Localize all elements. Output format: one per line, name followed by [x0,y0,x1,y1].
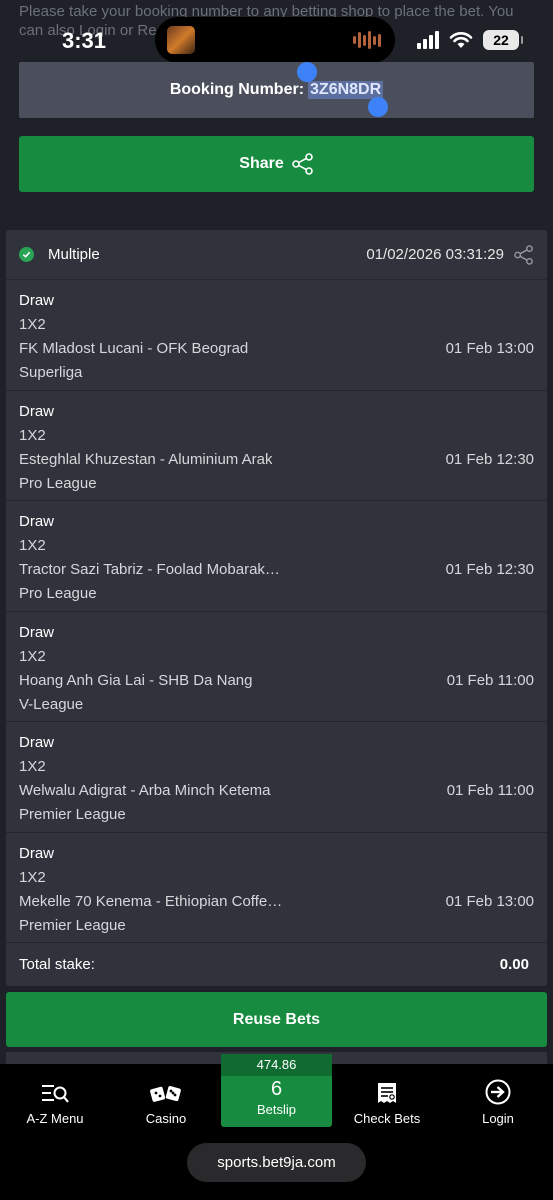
selection-match: Hoang Anh Gia Lai - SHB Da Nang [19,671,253,689]
betslip-count: 6 [270,1078,283,1100]
now-playing-thumbnail-icon [167,26,195,54]
battery-icon: 22 [483,30,523,50]
bet-type: Multiple [48,246,100,263]
address-bar-url: sports.bet9ja.com [217,1154,336,1171]
total-stake-amount: 0.00 [499,955,529,973]
selection-row: Draw 1X2 Welwalu Adigrat - Arba Minch Ke… [6,722,547,833]
audio-wave-icon [353,31,381,49]
selection-league: V-League [19,695,84,713]
bet-datetime: 01/02/2026 03:31:29 [366,246,504,263]
selection-market: 1X2 [19,868,46,886]
selection-market: 1X2 [19,647,46,665]
selection-market: 1X2 [19,426,46,444]
selection-pick: Draw [19,402,55,420]
menu-search-icon [42,1085,69,1103]
share-icon [291,153,313,175]
selection-pick: Draw [19,623,55,641]
selection-market: 1X2 [19,758,46,775]
selection-pick: Draw [19,734,55,751]
ticket-icon [378,1083,396,1103]
selection-market: 1X2 [19,537,46,554]
selection-time: 01 Feb 12:30 [445,561,534,578]
nav-betslip[interactable]: 474.86 6 Betslip [221,1054,332,1127]
selection-row: Draw 1X2 FK Mladost Lucani - OFK Beograd… [6,280,547,391]
dynamic-island [155,17,395,63]
selection-pick: Draw [19,292,55,309]
booking-number-label: Booking Number: [169,81,305,98]
selection-match: FK Mladost Lucani - OFK Beograd [19,340,249,357]
selection-row: Draw 1X2 Hoang Anh Gia Lai - SHB Da Nang… [6,612,547,722]
selection-match: Esteghlal Khuzestan - Aluminium Arak [19,450,273,468]
betslip-odds: 474.86 [221,1054,332,1076]
selection-row: Draw 1X2 Mekelle 70 Kenema - Ethiopian C… [6,833,547,943]
nav-login[interactable]: Login [443,1064,553,1126]
selection-league: Premier League [19,806,126,823]
share-button-label: Share [239,155,284,172]
selection-time: 01 Feb 13:00 [445,892,534,910]
selection-league: Pro League [19,474,97,492]
selection-time: 01 Feb 11:00 [446,782,534,799]
selection-league: Premier League [19,916,126,934]
reuse-bets-button[interactable]: Reuse Bets [6,992,547,1047]
nav-az-menu-label: A-Z Menu [26,1111,84,1126]
booking-number-code[interactable]: 3Z6N8DR [308,81,384,99]
selection-handle-end[interactable] [368,97,388,117]
nav-login-label: Login [482,1111,514,1126]
status-time: 3:31 [62,28,107,53]
selection-market: 1X2 [19,316,46,333]
check-circle-icon [19,247,34,262]
share-bet-icon[interactable] [514,244,534,265]
selection-time: 01 Feb 13:00 [445,340,534,357]
selection-match: Tractor Sazi Tabriz - Foolad Mobarak… [19,561,280,578]
selection-handle-start[interactable] [297,62,317,82]
selection-pick: Draw [19,844,55,862]
address-bar[interactable]: sports.bet9ja.com [187,1143,366,1182]
selection-league: Superliga [19,364,83,381]
nav-casino[interactable]: Casino [111,1064,221,1126]
reuse-bets-label: Reuse Bets [232,1010,321,1028]
selection-pick: Draw [19,513,55,530]
betslip-label: Betslip [256,1102,297,1117]
bet-card: Multiple 01/02/2026 03:31:29 Draw 1X2 FK… [6,230,547,986]
selection-league: Pro League [19,585,97,602]
nav-az-menu[interactable]: A-Z Menu [0,1064,110,1126]
bet-card-header: Multiple 01/02/2026 03:31:29 [6,230,547,280]
share-button[interactable]: Share [19,136,534,192]
selection-row: Draw 1X2 Tractor Sazi Tabriz - Foolad Mo… [6,501,547,612]
total-stake-label: Total stake: [19,955,95,973]
total-stake-row: Total stake: 0.00 [6,943,547,985]
cellular-signal-icon [417,31,439,49]
booking-number-box: Booking Number: 3Z6N8DR [19,62,534,118]
nav-check-bets-label: Check Bets [353,1111,421,1126]
selection-row: Draw 1X2 Esteghlal Khuzestan - Aluminium… [6,391,547,501]
login-icon [485,1079,511,1105]
selection-time: 01 Feb 12:30 [445,450,534,468]
wifi-icon [449,32,473,48]
status-indicators: 22 [417,30,523,50]
nav-check-bets[interactable]: Check Bets [332,1064,442,1126]
selection-match: Mekelle 70 Kenema - Ethiopian Coffe… [19,892,283,910]
selection-time: 01 Feb 11:00 [446,671,534,689]
dice-icon [150,1086,181,1102]
selection-match: Welwalu Adigrat - Arba Minch Ketema [19,782,271,799]
nav-casino-label: Casino [145,1111,187,1126]
